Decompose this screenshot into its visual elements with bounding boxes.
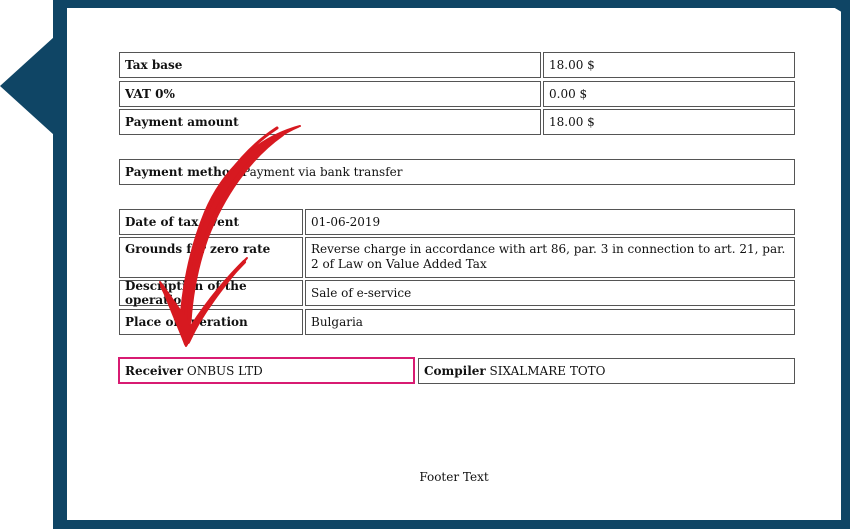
tax-event-date-label-cell: Date of tax event	[119, 209, 303, 235]
operation-place-label: Place of operation	[125, 315, 248, 329]
zero-rate-grounds-value: Reverse charge in accordance with art 86…	[311, 242, 786, 271]
payment-amount-label-cell: Payment amount	[119, 109, 541, 135]
compiler-label: Compiler	[424, 364, 486, 378]
tax-base-label: Tax base	[125, 58, 183, 72]
tax-event-date-value-cell: 01-06-2019	[305, 209, 795, 235]
payment-amount-label: Payment amount	[125, 115, 239, 129]
vat-value-cell: 0.00 $	[543, 81, 795, 107]
payment-amount-value: 18.00 $	[549, 115, 595, 129]
operation-description-value-cell: Sale of e-service	[305, 280, 795, 306]
zero-rate-grounds-value-cell: Reverse charge in accordance with art 86…	[305, 237, 795, 278]
tax-base-value: 18.00 $	[549, 58, 595, 72]
zero-rate-grounds-label: Grounds for zero rate	[125, 242, 271, 256]
receiver-value: ONBUS LTD	[186, 363, 263, 378]
operation-place-value-cell: Bulgaria	[305, 309, 795, 335]
tax-event-date-label: Date of tax event	[125, 215, 240, 229]
vat-label-cell: VAT 0%	[119, 81, 541, 107]
operation-place-label-cell: Place of operation	[119, 309, 303, 335]
compiler-cell: Compiler SIXALMARE TOTO	[418, 358, 795, 384]
operation-description-label-cell: Description of the operation	[119, 279, 303, 307]
tax-event-date-value: 01-06-2019	[311, 215, 381, 229]
tax-base-label-cell: Tax base	[119, 52, 541, 78]
vat-label: VAT 0%	[125, 87, 175, 101]
payment-method-value: Payment via bank transfer	[242, 165, 403, 179]
operation-description-label: Description of the operation	[125, 279, 247, 307]
tax-base-value-cell: 18.00 $	[543, 52, 795, 78]
frame-wedge	[0, 37, 54, 135]
compiler-value: SIXALMARE TOTO	[489, 364, 606, 378]
operation-description-value: Sale of e-service	[311, 286, 412, 300]
payment-method-label: Payment method	[125, 165, 239, 179]
operation-place-value: Bulgaria	[311, 315, 363, 329]
payment-method-cell: Payment method Payment via bank transfer	[119, 159, 795, 185]
footer-text: Footer Text	[419, 470, 489, 484]
receiver-cell: Receiver ONBUS LTD	[118, 357, 415, 384]
zero-rate-grounds-label-cell: Grounds for zero rate	[119, 237, 303, 278]
payment-amount-value-cell: 18.00 $	[543, 109, 795, 135]
receiver-label: Receiver	[125, 363, 184, 378]
vat-value: 0.00 $	[549, 87, 588, 101]
